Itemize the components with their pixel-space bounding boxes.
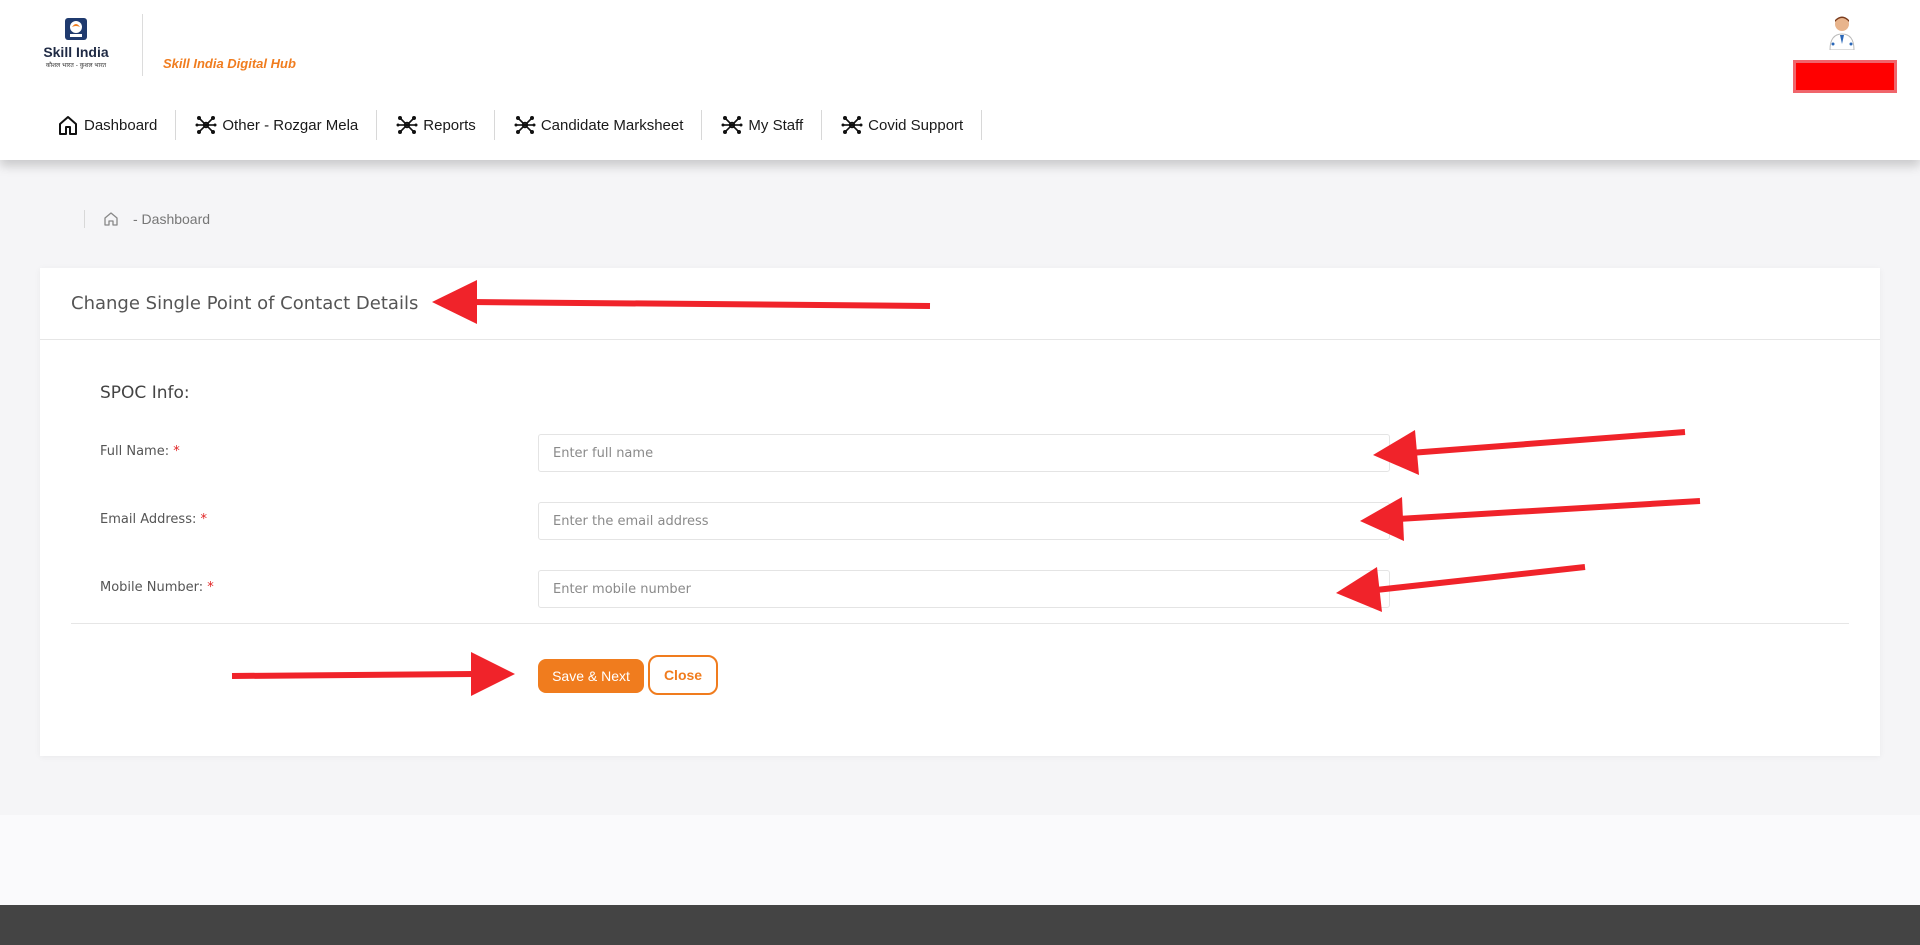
form-row-full-name: Full Name: * — [100, 434, 1880, 472]
required-mark: * — [173, 444, 180, 459]
required-mark: * — [207, 580, 214, 595]
nav-item-label: Other - Rozgar Mela — [222, 116, 359, 134]
network-icon — [395, 113, 419, 137]
nav-item-label: Covid Support — [868, 116, 964, 134]
breadcrumb-separator — [84, 210, 85, 228]
mobile-label: Mobile Number: * — [100, 580, 214, 595]
network-icon — [720, 113, 744, 137]
user-avatar-icon — [1829, 16, 1855, 51]
logo-brand-text: Skill India — [43, 44, 109, 60]
skill-india-logo[interactable]: Skill India कौशल भारत - कुशल भारत — [38, 16, 114, 76]
section-title: SPOC Info: — [100, 383, 190, 403]
nav-item-label: Dashboard — [84, 116, 158, 134]
email-label: Email Address: * — [100, 512, 207, 527]
user-avatar[interactable] — [1826, 14, 1858, 51]
nav-item-candidate-marksheet[interactable]: Candidate Marksheet — [495, 110, 703, 140]
header-divider — [142, 14, 143, 76]
network-icon — [840, 113, 864, 137]
nav-item-rozgar-mela[interactable]: Other - Rozgar Mela — [176, 110, 378, 140]
nav-item-dashboard[interactable]: Dashboard — [40, 110, 177, 140]
logo-tagline: कौशल भारत - कुशल भारत — [45, 62, 107, 69]
email-input[interactable] — [538, 502, 1390, 540]
form-row-mobile: Mobile Number: * — [100, 570, 1880, 608]
form-divider — [71, 623, 1849, 624]
breadcrumb-current: - Dashboard — [133, 211, 211, 227]
network-icon — [513, 113, 537, 137]
home-icon — [56, 113, 80, 137]
hub-title: Skill India Digital Hub — [163, 56, 296, 71]
main-nav: Dashboard Other - Rozgar Mela Reports Ca… — [40, 108, 983, 142]
user-name-redacted[interactable] — [1793, 60, 1897, 93]
footer — [0, 905, 1920, 945]
footer-band — [0, 815, 1920, 905]
nav-item-label: Reports — [423, 116, 476, 134]
nav-item-covid-support[interactable]: Covid Support — [822, 110, 983, 140]
full-name-input[interactable] — [538, 434, 1390, 472]
nav-item-label: My Staff — [748, 116, 804, 134]
card-header: Change Single Point of Contact Details — [40, 268, 1880, 340]
save-next-button[interactable]: Save & Next — [538, 659, 644, 693]
home-icon[interactable] — [101, 209, 121, 229]
card-title: Change Single Point of Contact Details — [71, 293, 419, 314]
mobile-input[interactable] — [538, 570, 1390, 608]
network-icon — [194, 113, 218, 137]
nav-item-reports[interactable]: Reports — [377, 110, 495, 140]
logo-emblem-icon — [65, 18, 87, 40]
top-header: Skill India कौशल भारत - कुशल भारत Skill … — [0, 0, 1920, 160]
full-name-label: Full Name: * — [100, 444, 180, 459]
form-row-email: Email Address: * — [100, 502, 1880, 540]
spoc-card: Change Single Point of Contact Details S… — [40, 268, 1880, 756]
close-button[interactable]: Close — [648, 655, 718, 695]
required-mark: * — [200, 512, 208, 527]
nav-item-my-staff[interactable]: My Staff — [702, 110, 823, 140]
breadcrumb: - Dashboard — [84, 208, 210, 230]
nav-item-label: Candidate Marksheet — [540, 116, 684, 134]
